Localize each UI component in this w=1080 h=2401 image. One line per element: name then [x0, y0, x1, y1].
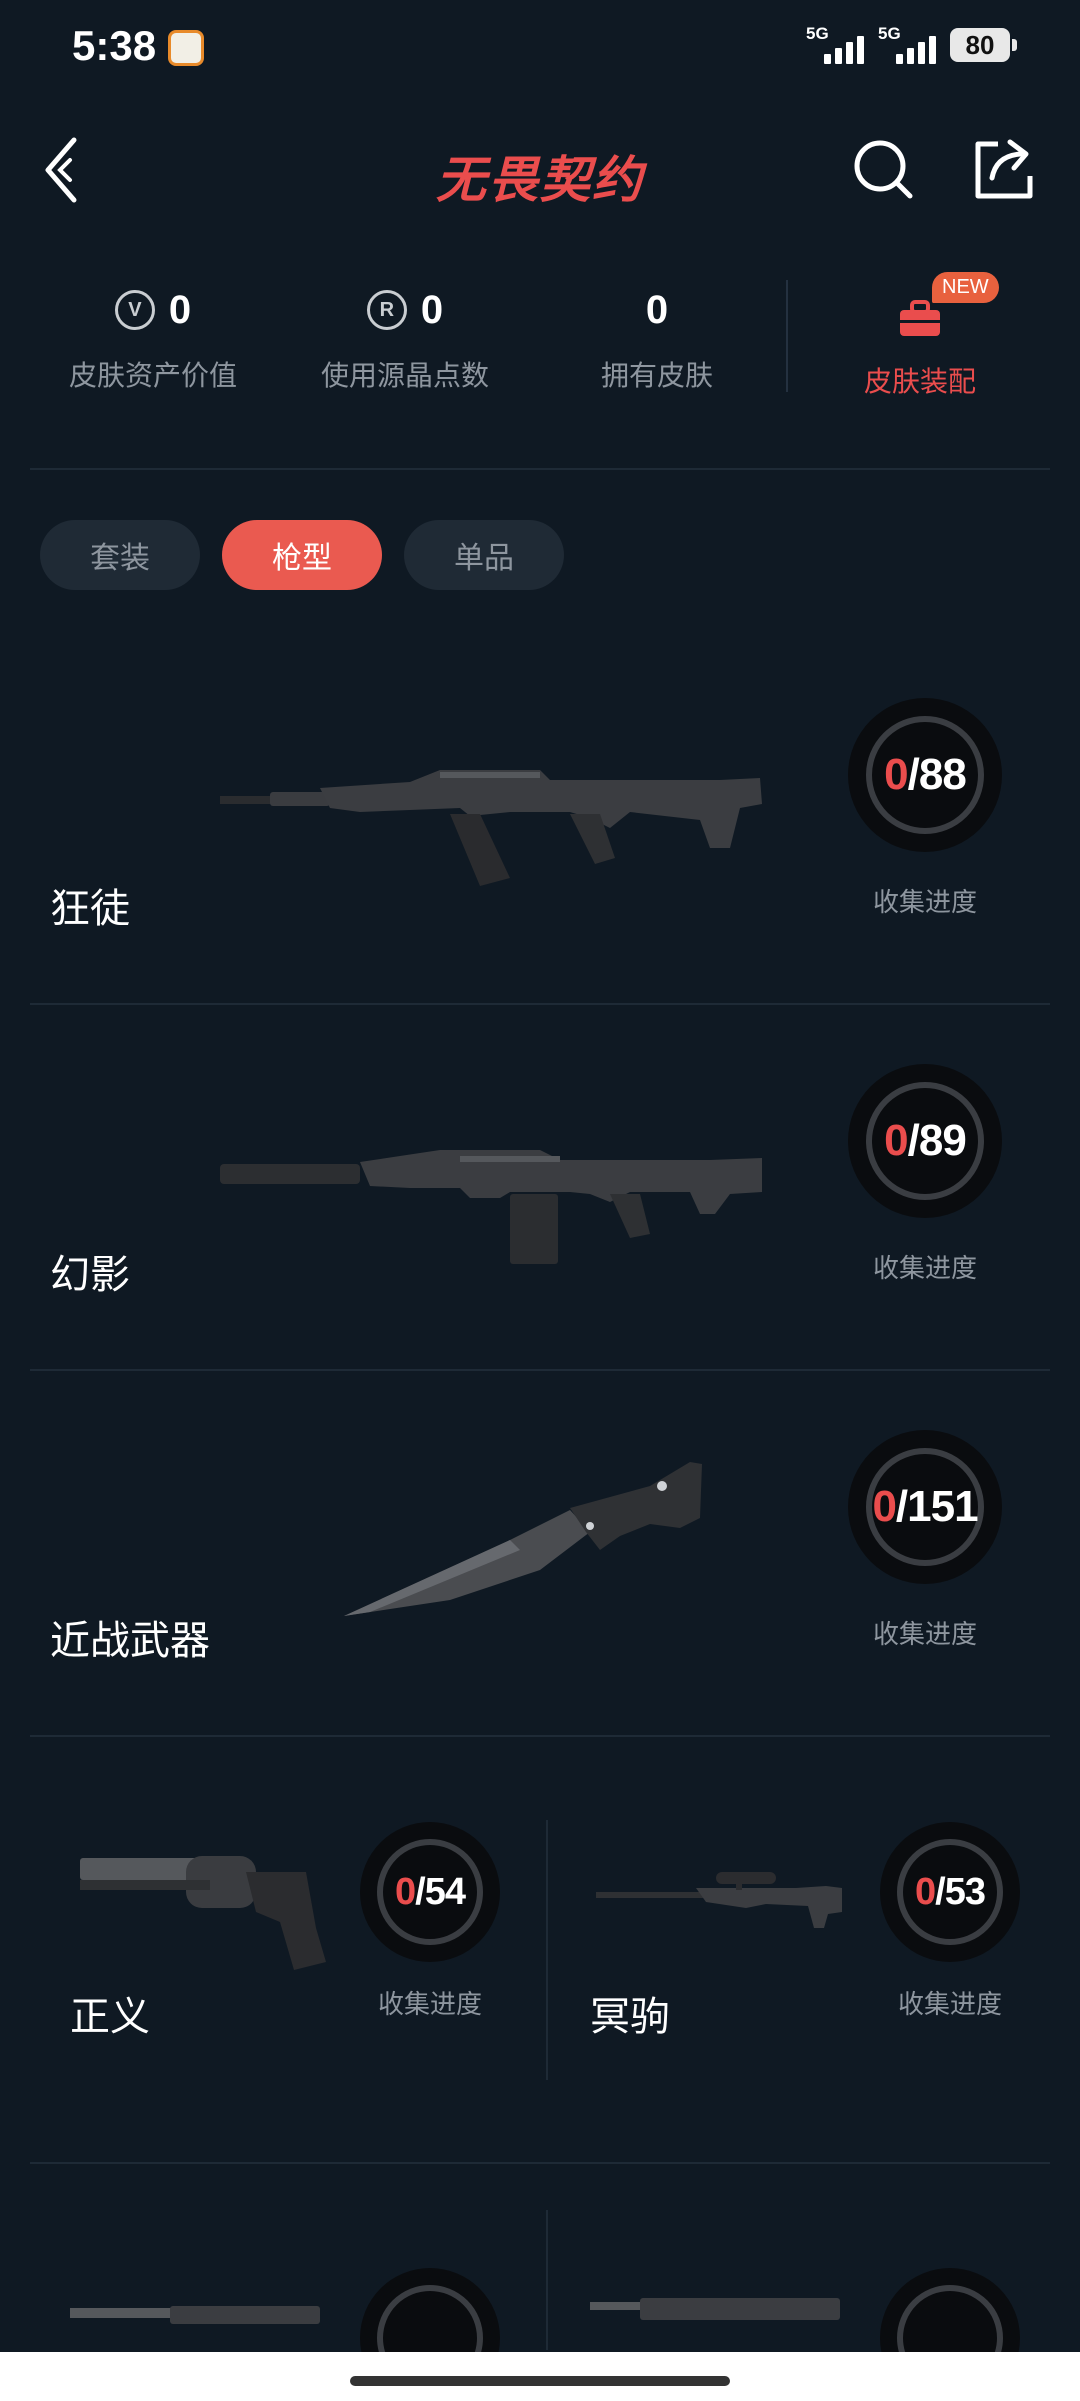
status-right: 5G 5G 80	[806, 24, 1017, 64]
total-count: /53	[935, 1870, 986, 1913]
rifle-icon	[590, 2298, 840, 2320]
progress-ring: 0/53	[880, 1822, 1020, 1962]
tab-weapon-types[interactable]: 枪型	[222, 520, 382, 590]
progress-label: 收集进度	[872, 1619, 977, 1649]
owned-count: 0	[884, 750, 909, 799]
skin-equip-button[interactable]: NEW 皮肤装配	[830, 272, 1010, 400]
stat-value: 0	[168, 287, 192, 332]
radianite-icon: R	[366, 290, 407, 330]
category-tabs: 套装 枪型 单品	[40, 520, 564, 590]
weapon-card[interactable]: 冥驹 0/53 收集进度	[520, 1762, 1040, 2128]
divider	[546, 2210, 548, 2350]
stat-label: 使用源晶点数	[320, 360, 489, 391]
progress-ring: 0/88	[848, 698, 1002, 852]
search-icon	[854, 140, 913, 199]
progress-ring: 0/89	[848, 1064, 1002, 1218]
total-count: /89	[907, 1116, 967, 1165]
signal-label: 5G	[878, 24, 901, 43]
weapon-row[interactable]: 近战武器 0/151 收集进度	[0, 1370, 1080, 1736]
progress-ring	[880, 2268, 1020, 2352]
search-button[interactable]	[848, 134, 918, 204]
progress-ring	[360, 2268, 500, 2352]
progress-label: 收集进度	[872, 1253, 977, 1283]
progress-ring: 0/151	[848, 1430, 1002, 1584]
weapon-card-partial[interactable]	[560, 2200, 1080, 2352]
tab-single-items[interactable]: 单品	[404, 520, 564, 590]
weapon-name: 冥驹	[590, 1995, 670, 2039]
stat-radianite: R 0 使用源晶点数	[290, 280, 520, 394]
app-notification-icon	[168, 30, 204, 66]
battery-icon: 80	[950, 28, 1017, 62]
status-time: 5:38	[72, 22, 157, 69]
knife-icon	[344, 1462, 702, 1616]
revolver-icon	[80, 1856, 326, 1970]
total-count: /88	[907, 750, 967, 799]
sniper-icon	[596, 1872, 842, 1928]
weapon-row[interactable]: 狂徒 0/88 收集进度	[0, 638, 1080, 1004]
signal-label: 5G	[806, 24, 829, 43]
share-icon	[975, 139, 1033, 199]
status-bar: 5:38 5G 5G 80	[0, 0, 1080, 100]
weapon-name: 近战武器	[50, 1619, 210, 1663]
smg-icon	[70, 2306, 320, 2324]
owned-count: 0	[872, 1482, 897, 1531]
signal-icon: 5G	[878, 24, 936, 64]
rifle-icon	[220, 770, 762, 886]
tab-sets[interactable]: 套装	[40, 520, 200, 590]
divider	[786, 280, 788, 392]
divider	[30, 2162, 1050, 2164]
weapon-name: 正义	[70, 1995, 150, 2039]
progress-label: 收集进度	[872, 887, 977, 917]
total-count: /151	[895, 1482, 979, 1531]
rifle-icon	[220, 1150, 762, 1264]
valorant-points-icon: V	[114, 290, 155, 330]
divider	[30, 468, 1050, 470]
divider	[30, 1735, 1050, 1737]
stat-label: 拥有皮肤	[600, 360, 713, 391]
weapon-card-partial[interactable]	[0, 2200, 520, 2352]
stat-value: 0	[420, 287, 444, 332]
progress-label: 收集进度	[897, 1989, 1002, 2019]
owned-count: 0	[395, 1870, 416, 1913]
new-badge: NEW	[932, 272, 999, 303]
progress-label: 收集进度	[377, 1989, 482, 2019]
stat-label: 皮肤资产价值	[68, 360, 237, 391]
app-logo: 无畏契约	[436, 152, 644, 208]
stat-value: 0	[645, 287, 669, 332]
share-button[interactable]	[970, 134, 1040, 204]
signal-icon: 5G	[806, 24, 864, 64]
owned-count: 0	[915, 1870, 936, 1913]
weapon-name: 狂徒	[50, 887, 130, 931]
stats-panel: V 0 皮肤资产价值 R 0 使用源晶点数 0 拥有皮肤 NEW 皮肤装配	[0, 260, 1080, 420]
weapon-row[interactable]: 幻影 0/89 收集进度	[0, 1004, 1080, 1370]
weapon-card[interactable]: 正义 0/54 收集进度	[0, 1762, 520, 2128]
header: 无畏契约	[0, 110, 1080, 230]
stat-asset-value: V 0 皮肤资产价值	[38, 280, 268, 394]
total-count: /54	[415, 1870, 466, 1913]
progress-ring: 0/54	[360, 1822, 500, 1962]
bag-icon	[898, 300, 942, 338]
owned-count: 0	[884, 1116, 909, 1165]
skin-equip-label: 皮肤装配	[863, 366, 976, 397]
stat-owned-skins: 0 拥有皮肤	[542, 280, 772, 394]
home-indicator[interactable]	[350, 2376, 730, 2386]
weapon-name: 幻影	[50, 1253, 130, 1297]
